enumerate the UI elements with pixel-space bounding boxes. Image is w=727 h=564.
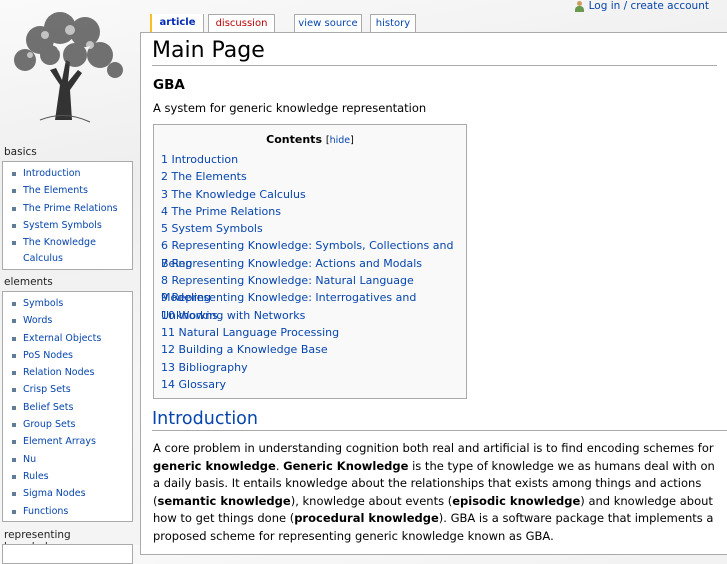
personal-tools: Log in / create account [574, 0, 709, 12]
sidebar-item[interactable]: The Prime Relations [10, 200, 132, 217]
sidebar-item[interactable]: Group Sets [10, 416, 132, 433]
toc-item-link[interactable]: 12 Building a Knowledge Base [161, 343, 328, 356]
text: ), knowledge about events ( [290, 493, 453, 508]
toc-item[interactable]: 14 Glossary [161, 376, 466, 393]
toc-item[interactable]: 4 The Prime Relations [161, 203, 466, 220]
toc-item-link[interactable]: 10 Working with Networks [161, 309, 305, 322]
sidebar-item[interactable]: PoS Nodes [10, 347, 132, 364]
toc-item[interactable]: 13 Bibliography [161, 359, 466, 376]
sidebar-item[interactable]: Symbols [10, 295, 132, 312]
text: A core problem in understanding cognitio… [153, 441, 714, 455]
tab-view-source[interactable]: view source [294, 14, 362, 33]
sidebar-item[interactable]: Functions [10, 503, 132, 520]
sidebar-item[interactable]: Introduction [10, 165, 132, 182]
toc-item[interactable]: 3 The Knowledge Calculus [161, 186, 466, 203]
toc-item[interactable]: 2 The Elements [161, 168, 466, 185]
site-logo-tree[interactable] [0, 0, 135, 135]
page-heading: GBA [153, 77, 185, 93]
sidebar-item[interactable]: Sigma Nodes [10, 485, 132, 502]
sidebar-item[interactable]: Rules [10, 468, 132, 485]
intro-paragraph: A core problem in understanding cognitio… [153, 440, 718, 545]
toc-item[interactable]: 11 Natural Language Processing [161, 324, 466, 341]
sidebar-item[interactable]: Belief Sets [10, 399, 132, 416]
sidebar-item-link[interactable]: Rules [23, 471, 49, 482]
sidebar-item-link[interactable]: Functions [23, 506, 68, 517]
toc-item[interactable]: 6 Representing Knowledge: Symbols, Colle… [161, 237, 466, 269]
toc-item-link[interactable]: 3 The Knowledge Calculus [161, 188, 306, 201]
sidebar-item-link[interactable]: The Elements [23, 185, 88, 196]
tab-article[interactable]: article [150, 14, 204, 33]
section-heading-introduction: Introduction [152, 408, 727, 431]
toc-item-link[interactable]: 5 System Symbols [161, 222, 263, 235]
sidebar-item-link[interactable]: Words [23, 315, 52, 326]
sidebar-item-link[interactable]: System Symbols [23, 220, 102, 231]
login-link[interactable]: Log in / create account [589, 0, 709, 12]
sidebar-item-link[interactable]: Introduction [23, 168, 81, 179]
toc-item-link[interactable]: 13 Bibliography [161, 361, 248, 374]
toc-item[interactable]: 8 Representing Knowledge: Natural Langua… [161, 272, 466, 304]
bold-term: semantic knowledge [157, 493, 291, 508]
portlet-representing-knowledge [2, 544, 133, 564]
bold-term: procedural knowledge [294, 511, 439, 525]
toc-item-link[interactable]: 4 The Prime Relations [161, 205, 281, 218]
toc-title: Contents [266, 133, 322, 146]
sidebar-item[interactable]: External Objects [10, 330, 132, 347]
toc-item-link[interactable]: 2 The Elements [161, 170, 247, 183]
bold-term: Generic Knowledge [283, 458, 409, 473]
sidebar-item-link[interactable]: PoS Nodes [23, 350, 73, 361]
sidebar-item[interactable]: Crisp Sets [10, 381, 132, 398]
toc-item[interactable]: 12 Building a Knowledge Base [161, 341, 466, 358]
sidebar-item[interactable]: The Elements [10, 182, 132, 199]
toc-item[interactable]: 9 Representing Knowledge: Interrogatives… [161, 289, 466, 321]
sidebar-item[interactable]: The Knowledge Calculus [10, 234, 132, 266]
sidebar-item-link[interactable]: Symbols [23, 298, 63, 309]
toc-item[interactable]: 7 Representing Knowledge: Actions and Mo… [161, 255, 466, 272]
portlet-elements: Symbols Words External Objects PoS Nodes Rel… [2, 291, 133, 522]
sidebar-item[interactable]: Element Arrays [10, 433, 132, 450]
toc-item-link[interactable]: 11 Natural Language Processing [161, 326, 339, 339]
sidebar-item[interactable]: Nu [10, 451, 132, 468]
sidebar-item-link[interactable]: Element Arrays [23, 436, 96, 447]
toc-hide-link[interactable]: hide [330, 135, 351, 146]
sidebar-item-link[interactable]: The Prime Relations [23, 203, 118, 214]
bold-term: episodic knowledge [452, 493, 581, 508]
sidebar-item[interactable]: Relation Nodes [10, 364, 132, 381]
tab-history[interactable]: history [370, 14, 416, 33]
toc-item[interactable]: 5 System Symbols [161, 220, 466, 237]
sidebar-item-link[interactable]: The Knowledge Calculus [23, 235, 103, 266]
portlet-basics: Introduction The Elements The Prime Relati… [2, 161, 133, 270]
sidebar-item-link[interactable]: Nu [23, 454, 36, 465]
user-icon [574, 0, 585, 12]
tab-discussion[interactable]: discussion [208, 14, 275, 33]
sidebar-item-link[interactable]: Group Sets [23, 419, 76, 430]
portlet-label-basics: basics [4, 146, 37, 158]
sidebar-item[interactable]: Words [10, 312, 132, 329]
bold-term: generic knowledge [153, 458, 276, 473]
toc-item-link[interactable]: 14 Glossary [161, 378, 226, 391]
toc-item[interactable]: 1 Introduction [161, 151, 466, 168]
toc-item-link[interactable]: 7 Representing Knowledge: Actions and Mo… [161, 257, 422, 270]
portlet-label-elements: elements [4, 276, 53, 288]
toc-item[interactable]: 10 Working with Networks [161, 307, 466, 324]
page-subtitle: A system for generic knowledge represent… [153, 101, 427, 115]
content-area: Main Page GBA A system for generic knowl… [140, 32, 727, 555]
sidebar-item-link[interactable]: External Objects [23, 333, 101, 344]
sidebar-item-link[interactable]: Sigma Nodes [23, 488, 86, 499]
sidebar-item-link[interactable]: Belief Sets [23, 402, 73, 413]
page-title: Main Page [152, 37, 717, 66]
table-of-contents: Contents [hide] 1 Introduction 2 The Elem… [153, 124, 467, 399]
sidebar-item[interactable]: System Symbols [10, 217, 132, 234]
toc-item-link[interactable]: 1 Introduction [161, 153, 238, 166]
sidebar-item-link[interactable]: Relation Nodes [23, 367, 94, 378]
sidebar-item-link[interactable]: Crisp Sets [23, 384, 71, 395]
